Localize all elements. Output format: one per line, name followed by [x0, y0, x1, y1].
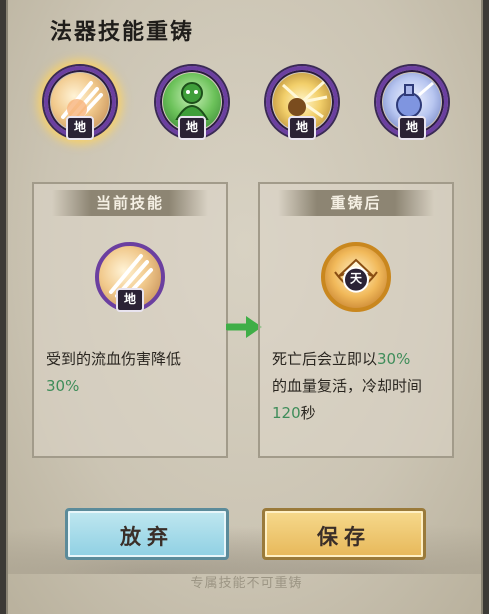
current-skill-icon: 地	[95, 242, 165, 312]
recast-skill-icon: 天	[321, 242, 391, 312]
skill-tier-badge: 地	[178, 116, 206, 140]
recast-desc-text-1: 死亡后会立即以	[272, 350, 378, 368]
skill-tier-badge: 天	[343, 266, 369, 293]
skill-slot-3[interactable]: 地	[266, 66, 338, 140]
skill-selector-row: 地 地 地 地	[8, 66, 485, 146]
current-skill-header: 当前技能	[52, 190, 208, 216]
recast-desc-text-3: 秒	[300, 404, 316, 422]
recast-skill-header: 重铸后	[278, 190, 434, 216]
recast-desc-text-2: 的血量复活，冷却时间	[272, 377, 423, 395]
reforge-panel: 法器技能重铸 地 地 地 地 当前技能 地 受到的流血伤害降低 30% 重铸后 …	[6, 0, 483, 614]
recast-skill-description: 死亡后会立即以30% 的血量复活，冷却时间 120秒	[272, 346, 442, 427]
save-button[interactable]: 保存	[262, 508, 426, 560]
skill-tier-badge: 地	[116, 288, 144, 312]
current-desc-value: 30%	[46, 377, 80, 395]
skill-slot-1[interactable]: 地	[44, 66, 116, 140]
skill-tier-badge: 地	[398, 116, 426, 140]
skill-slot-2[interactable]: 地	[156, 66, 228, 140]
cancel-button[interactable]: 放弃	[65, 508, 229, 560]
recast-desc-value-1: 30%	[377, 350, 411, 368]
skill-tier-badge: 地	[66, 116, 94, 140]
current-desc-text: 受到的流血伤害降低	[46, 350, 182, 368]
skill-tier-badge: 地	[288, 116, 316, 140]
recast-desc-value-2: 120	[272, 404, 301, 422]
current-skill-description: 受到的流血伤害降低 30%	[46, 346, 216, 400]
current-skill-card: 当前技能 地 受到的流血伤害降低 30%	[32, 182, 228, 458]
recast-skill-card: 重铸后 天 死亡后会立即以30% 的血量复活，冷却时间 120秒	[258, 182, 454, 458]
page-title: 法器技能重铸	[50, 20, 195, 45]
skill-slot-4[interactable]: 地	[376, 66, 448, 140]
footer-note: 专属技能不可重铸	[190, 576, 303, 591]
